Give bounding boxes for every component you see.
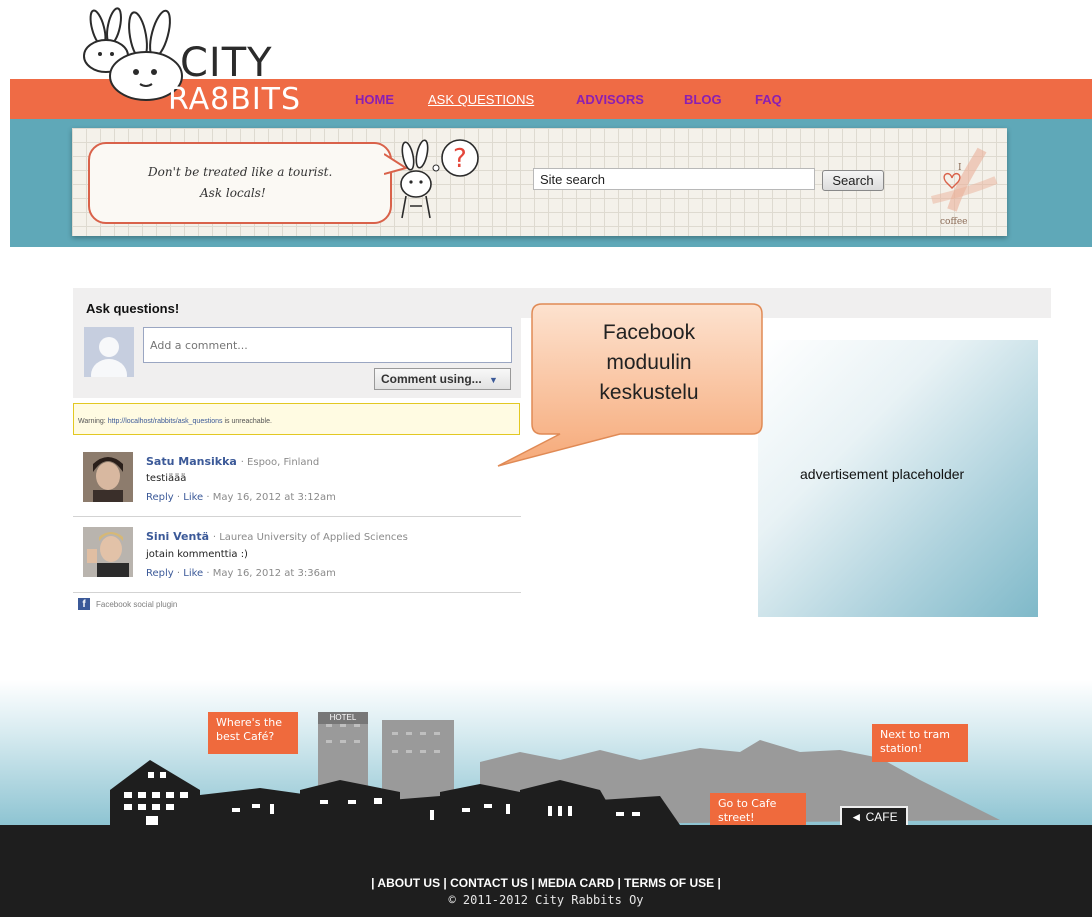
default-avatar-icon	[91, 337, 127, 377]
slogan-line-2: Ask locals!	[200, 186, 266, 200]
coffee-icon: coffee I	[931, 147, 998, 227]
comment-author[interactable]: Sini Ventä · Laurea University of Applie…	[146, 530, 408, 543]
footer-copyright: © 2011-2012 City Rabbits Oy	[448, 893, 644, 907]
user-photo-icon	[83, 452, 133, 502]
city-skyline-illustration	[110, 712, 1000, 825]
slogan-bubble	[88, 142, 392, 224]
thinking-rabbit-icon: ?	[400, 139, 479, 219]
facebook-icon: f	[78, 598, 90, 610]
warning-suffix: is unreachable.	[224, 418, 272, 425]
comment-text: testiäää	[146, 473, 187, 484]
comment-author-meta: · Laurea University of Applied Sciences	[212, 532, 408, 543]
footer-links[interactable]: | ABOUT US | CONTACT US | MEDIA CARD | T…	[0, 876, 1092, 890]
user-photo-icon	[83, 527, 133, 577]
panel-title: Ask questions!	[86, 301, 180, 316]
svg-text:I: I	[958, 163, 962, 173]
hotel-sign: HOTEL	[318, 712, 368, 724]
warning-url-link[interactable]: http://localhost/rabbits/ask_questions	[108, 418, 223, 425]
facebook-social-plugin-link[interactable]: Facebook social plugin	[96, 600, 177, 609]
nav-home[interactable]: HOME	[355, 92, 394, 107]
nav-ask-questions[interactable]: ASK QUESTIONS	[428, 92, 534, 107]
callout-line-1: Facebook	[602, 321, 696, 344]
comment-actions: Reply · Like · May 16, 2012 at 3:12am	[146, 492, 336, 503]
slogan-line-1: Don't be treated like a tourist.	[148, 165, 333, 179]
callout-line-2: moduulin	[606, 351, 692, 374]
nav-blog[interactable]: BLOG	[684, 92, 722, 107]
warning-label: Warning:	[78, 418, 106, 425]
reply-link[interactable]: Reply	[146, 568, 174, 579]
logo-text-city: CITY	[180, 40, 273, 86]
search-button[interactable]: Search	[822, 170, 884, 191]
comment-divider	[73, 592, 521, 593]
avatar-placeholder	[84, 327, 134, 377]
comment-date: · May 16, 2012 at 3:12am	[206, 492, 336, 503]
reply-link[interactable]: Reply	[146, 492, 174, 503]
nav-faq[interactable]: FAQ	[755, 92, 782, 107]
comment-author[interactable]: Satu Mansikka · Espoo, Finland	[146, 455, 319, 468]
comment-actions: Reply · Like · May 16, 2012 at 3:36am	[146, 568, 336, 579]
footer-bubble-best-cafe: Where's the best Café?	[208, 712, 298, 754]
site-search-input[interactable]	[533, 168, 815, 190]
like-link[interactable]: Like	[183, 492, 203, 503]
comment-date: · May 16, 2012 at 3:36am	[206, 568, 336, 579]
annotation-callout-text: Facebook moduulin keskustelu	[566, 318, 732, 408]
comment-author-meta: · Espoo, Finland	[240, 457, 320, 468]
callout-line-3: keskustelu	[599, 381, 699, 404]
comment-avatar[interactable]	[83, 452, 133, 502]
comment-text: jotain kommenttia :)	[146, 549, 248, 560]
comment-using-label: Comment using...	[381, 372, 482, 386]
footer-bubble-tram-station: Next to tram station!	[872, 724, 968, 762]
logo-text-rabbits: RA8BITS	[168, 82, 302, 117]
comment-input[interactable]	[143, 327, 512, 363]
advertisement-text: advertisement placeholder	[800, 466, 965, 482]
warning-text: Warning: http://localhost/rabbits/ask_qu…	[78, 418, 272, 425]
nav-advisors[interactable]: ADVISORS	[576, 92, 644, 107]
comment-divider	[73, 516, 521, 517]
svg-text:coffee: coffee	[940, 217, 968, 227]
svg-text:?: ?	[453, 144, 467, 174]
like-link[interactable]: Like	[183, 568, 203, 579]
comment-avatar[interactable]	[83, 527, 133, 577]
